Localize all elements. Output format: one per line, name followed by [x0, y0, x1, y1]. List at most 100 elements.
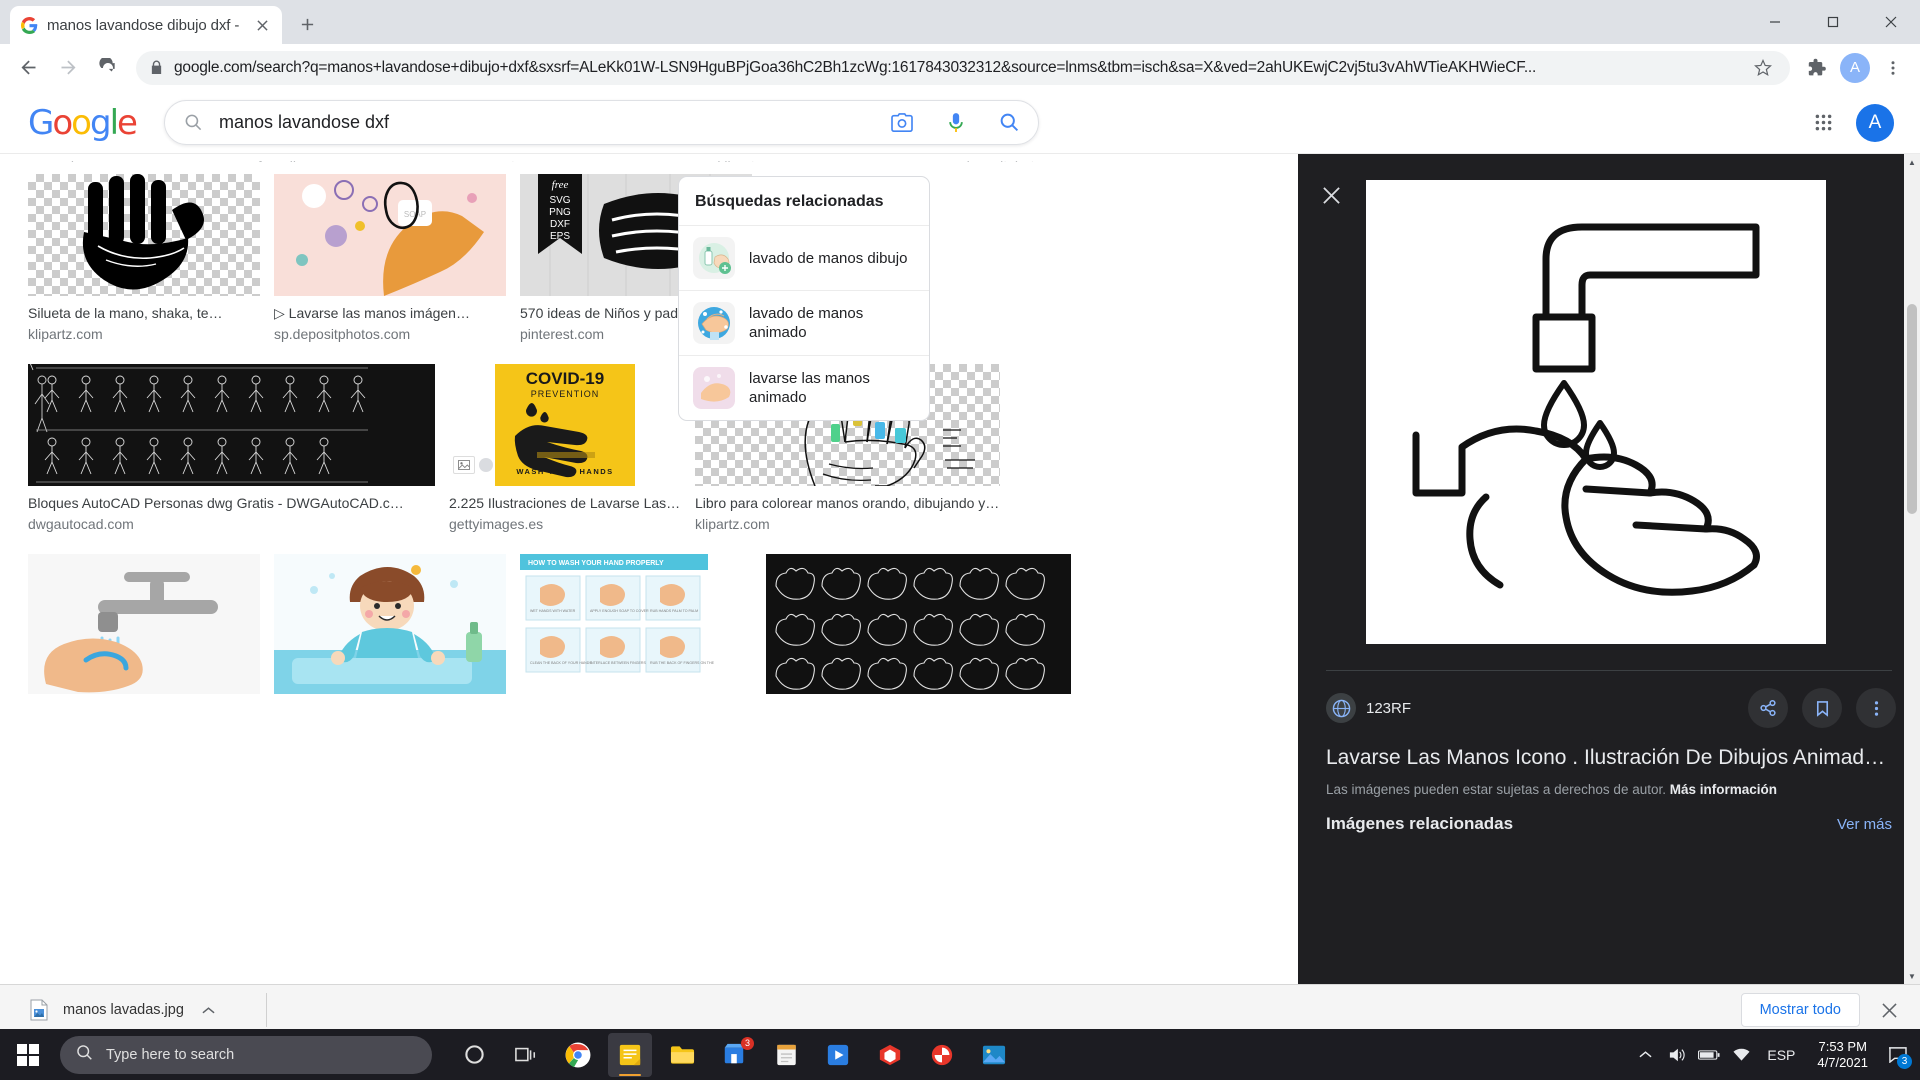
bookmark-icon[interactable] [1802, 688, 1842, 728]
file-explorer-icon[interactable] [660, 1033, 704, 1077]
language-indicator[interactable]: ESP [1757, 1047, 1805, 1063]
ccleaner-icon[interactable] [868, 1033, 912, 1077]
result-caption[interactable]: Libro para colorear manos orando, dibuja… [695, 495, 1000, 512]
show-hidden-icons[interactable] [1629, 1033, 1661, 1077]
reload-button[interactable] [88, 48, 128, 88]
lock-icon [150, 60, 164, 75]
related-search-item[interactable]: lavarse las manos animado [679, 356, 929, 420]
svg-text:SOAP: SOAP [404, 210, 426, 219]
download-item[interactable]: manos lavadas.jpg [16, 990, 252, 1030]
results-area: png.ggle.com freepik.es pngtree.com klip… [0, 154, 1920, 984]
more-options-icon[interactable] [1856, 688, 1896, 728]
search-by-image-icon[interactable] [882, 103, 922, 143]
windows-logo-icon[interactable] [0, 1029, 56, 1080]
tab-title: manos lavandose dibujo dxf - Bú [47, 16, 243, 34]
address-bar[interactable]: google.com/search?q=manos+lavandose+dibu… [136, 50, 1790, 85]
show-all-downloads-button[interactable]: Mostrar todo [1740, 993, 1860, 1027]
image-badge-icon [453, 456, 475, 474]
pink-handwash-icon [693, 367, 735, 409]
image-result-item[interactable] [28, 554, 260, 694]
gettyimages-badge [453, 456, 493, 474]
result-caption[interactable]: Bloques AutoCAD Personas dwg Gratis - DW… [28, 495, 435, 512]
chrome-menu-icon[interactable] [1874, 49, 1912, 87]
google-search-box[interactable] [163, 100, 1039, 145]
sticky-notes-icon[interactable] [608, 1032, 652, 1077]
page-scrollbar[interactable]: ▲ ▼ [1904, 154, 1920, 984]
volume-icon[interactable] [1661, 1033, 1693, 1077]
google-account-avatar[interactable]: A [1856, 103, 1894, 142]
girl-washing-hands[interactable] [274, 554, 506, 694]
close-downloads-bar-icon[interactable] [1874, 995, 1904, 1025]
close-icon[interactable] [252, 15, 272, 35]
image-result-item[interactable]: HOW TO WASH YOUR HAND PROPERLY WET HANDS… [520, 554, 752, 694]
battery-icon[interactable] [1693, 1033, 1725, 1077]
image-result-item[interactable]: Silueta de la mano, shaka, te… klipartz.… [28, 174, 260, 342]
svg-text:DXF: DXF [550, 219, 570, 230]
new-tab-button[interactable] [290, 7, 324, 41]
back-button[interactable] [8, 48, 48, 88]
photos-icon[interactable] [972, 1033, 1016, 1077]
image-result-item[interactable]: SOAP ▷ Lavarse las manos imágen… sp.depo… [274, 174, 506, 342]
result-caption[interactable]: 2.225 Ilustraciones de Lavarse Las … [449, 495, 681, 512]
image-result-item[interactable]: COVID-19 PREVENTION WASH YOUR HANDS 2.22… [449, 364, 681, 532]
share-icon[interactable] [1748, 688, 1788, 728]
image-result-item[interactable] [274, 554, 506, 694]
windows-taskbar: Type here to search 3 ESP 7:53 PM 4/7/20… [0, 1029, 1920, 1080]
voice-search-icon[interactable] [936, 103, 976, 143]
google-logo[interactable]: Google [28, 103, 138, 143]
system-tray: ESP 7:53 PM 4/7/2021 3 [1629, 1033, 1920, 1077]
action-center-icon[interactable]: 3 [1880, 1033, 1914, 1077]
related-images-heading: Imágenes relacionadas [1326, 814, 1514, 833]
network-icon[interactable] [1725, 1033, 1757, 1077]
how-to-wash-your-hand-properly[interactable]: HOW TO WASH YOUR HAND PROPERLY WET HANDS… [520, 554, 752, 694]
see-more-link[interactable]: Ver más [1837, 816, 1892, 833]
search-input[interactable] [218, 112, 868, 133]
search-submit-icon[interactable] [990, 103, 1030, 143]
extensions-icon[interactable] [1798, 49, 1836, 87]
image-file-icon [29, 998, 49, 1022]
image-result-item[interactable]: Bloques AutoCAD Personas dwg Gratis - DW… [28, 364, 435, 532]
autocad-people-blocks[interactable] [28, 364, 435, 486]
taskbar-search-box[interactable]: Type here to search [60, 1035, 432, 1074]
bookmark-star-icon[interactable] [1750, 55, 1776, 81]
browser-tab[interactable]: manos lavandose dibujo dxf - Bú [10, 6, 282, 44]
scrollbar-thumb[interactable] [1907, 304, 1917, 514]
notepad-icon[interactable] [764, 1033, 808, 1077]
close-window-button[interactable] [1862, 0, 1920, 44]
results-row-3: HOW TO WASH YOUR HAND PROPERLY WET HANDS… [28, 554, 1163, 694]
result-caption[interactable]: Silueta de la mano, shaka, te… [28, 305, 260, 322]
minimize-button[interactable] [1746, 0, 1804, 44]
result-caption[interactable]: ▷ Lavarse las manos imágen… [274, 305, 506, 322]
black-hand-silhouette[interactable] [28, 174, 260, 296]
google-apps-icon[interactable] [1804, 104, 1842, 142]
pink-soap-hand[interactable]: SOAP [274, 174, 506, 296]
cortana-circle-icon[interactable] [452, 1033, 496, 1077]
forward-button[interactable] [48, 48, 88, 88]
related-search-label: lavado de manos animado [749, 305, 864, 341]
close-panel-icon[interactable] [1316, 180, 1346, 210]
image-result-item[interactable] [766, 554, 1071, 694]
related-search-item[interactable]: lavado de manos animado [679, 291, 929, 356]
clock[interactable]: 7:53 PM 4/7/2021 [1805, 1039, 1880, 1071]
app-red-icon[interactable] [920, 1033, 964, 1077]
maximize-button[interactable] [1804, 0, 1862, 44]
microsoft-store-icon[interactable]: 3 [712, 1033, 756, 1077]
source-chip[interactable]: 123RF [1326, 693, 1411, 723]
preview-image[interactable] [1366, 180, 1826, 644]
faucet-hand-wash[interactable] [28, 554, 260, 694]
blue-handwash-icon [693, 302, 735, 344]
media-player-icon[interactable] [816, 1033, 860, 1077]
chrome-icon[interactable] [556, 1033, 600, 1077]
scroll-down-arrow[interactable]: ▼ [1904, 968, 1920, 984]
preview-title[interactable]: Lavarse Las Manos Icono . Ilustración De… [1326, 744, 1892, 771]
chevron-up-icon[interactable] [198, 999, 220, 1021]
results-row-1: Silueta de la mano, shaka, te… klipartz.… [28, 174, 1163, 342]
more-info-link[interactable]: Más información [1670, 782, 1777, 797]
hands-outline-grid[interactable] [766, 554, 1071, 694]
task-view-icon[interactable] [504, 1033, 548, 1077]
scroll-up-arrow[interactable]: ▲ [1904, 154, 1920, 170]
related-search-item[interactable]: lavado de manos dibujo [679, 226, 929, 291]
window-controls [1746, 0, 1920, 44]
url-text: google.com/search?q=manos+lavandose+dibu… [174, 58, 1537, 76]
profile-avatar[interactable]: A [1840, 52, 1870, 83]
